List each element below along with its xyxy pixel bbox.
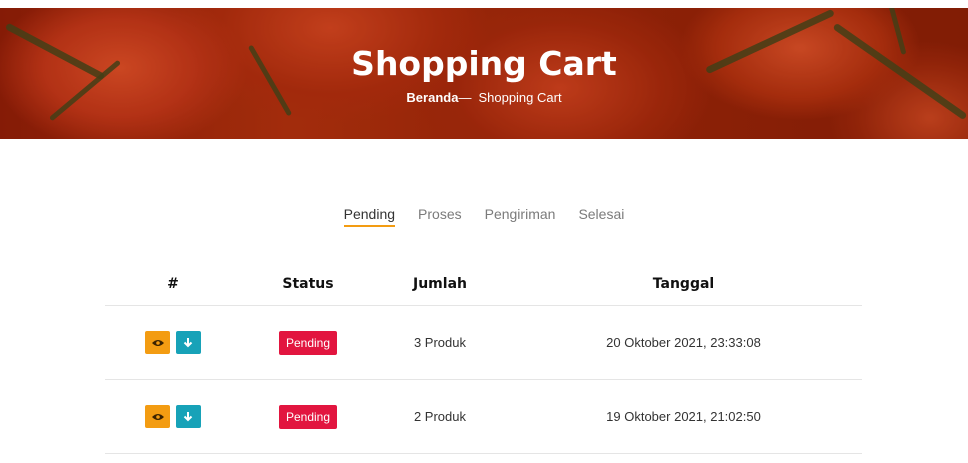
order-status-tabs: Pending Proses Pengiriman Selesai	[0, 206, 968, 227]
breadcrumb-home-link[interactable]: Beranda	[406, 90, 458, 105]
header-number: #	[167, 275, 179, 292]
page-title: Shopping Cart	[351, 44, 617, 83]
row-status-cell: Pending	[241, 404, 375, 429]
header-status: Status	[282, 275, 334, 292]
row-jumlah: 2 Produk	[413, 409, 467, 424]
tab-pending[interactable]: Pending	[343, 206, 396, 227]
status-badge: Pending	[278, 330, 338, 355]
header-tanggal: Tanggal	[652, 275, 715, 292]
top-strip	[0, 0, 968, 8]
row-tanggal: 19 Oktober 2021, 21:02:50	[606, 409, 761, 424]
table-row: Pending 3 Produk 20 Oktober 2021, 23:33:…	[105, 306, 862, 380]
tab-pengiriman[interactable]: Pengiriman	[485, 206, 556, 227]
table-header-row: # Status Jumlah Tanggal	[105, 262, 862, 306]
arrow-down-icon	[184, 338, 193, 348]
breadcrumb-current: Shopping Cart	[478, 90, 562, 105]
view-order-button[interactable]	[145, 331, 171, 354]
download-order-button[interactable]	[175, 405, 201, 428]
row-actions	[105, 331, 241, 354]
row-actions	[105, 405, 241, 428]
arrow-down-icon	[184, 412, 193, 422]
row-jumlah: 3 Produk	[413, 335, 467, 350]
row-tanggal: 20 Oktober 2021, 23:33:08	[606, 335, 761, 350]
row-status-cell: Pending	[241, 330, 375, 355]
tab-selesai[interactable]: Selesai	[578, 206, 624, 227]
table-row: Pending 2 Produk 19 Oktober 2021, 21:02:…	[105, 380, 862, 454]
download-order-button[interactable]	[175, 331, 201, 354]
view-order-button[interactable]	[145, 405, 171, 428]
tab-proses[interactable]: Proses	[418, 206, 462, 227]
orders-table: # Status Jumlah Tanggal Pending 3 Produk…	[105, 262, 862, 454]
breadcrumb: Beranda— Shopping Cart	[0, 90, 968, 105]
eye-icon	[151, 339, 164, 346]
eye-icon	[151, 413, 164, 420]
breadcrumb-separator: —	[458, 90, 472, 105]
header-jumlah: Jumlah	[413, 275, 467, 292]
status-badge: Pending	[278, 404, 338, 429]
